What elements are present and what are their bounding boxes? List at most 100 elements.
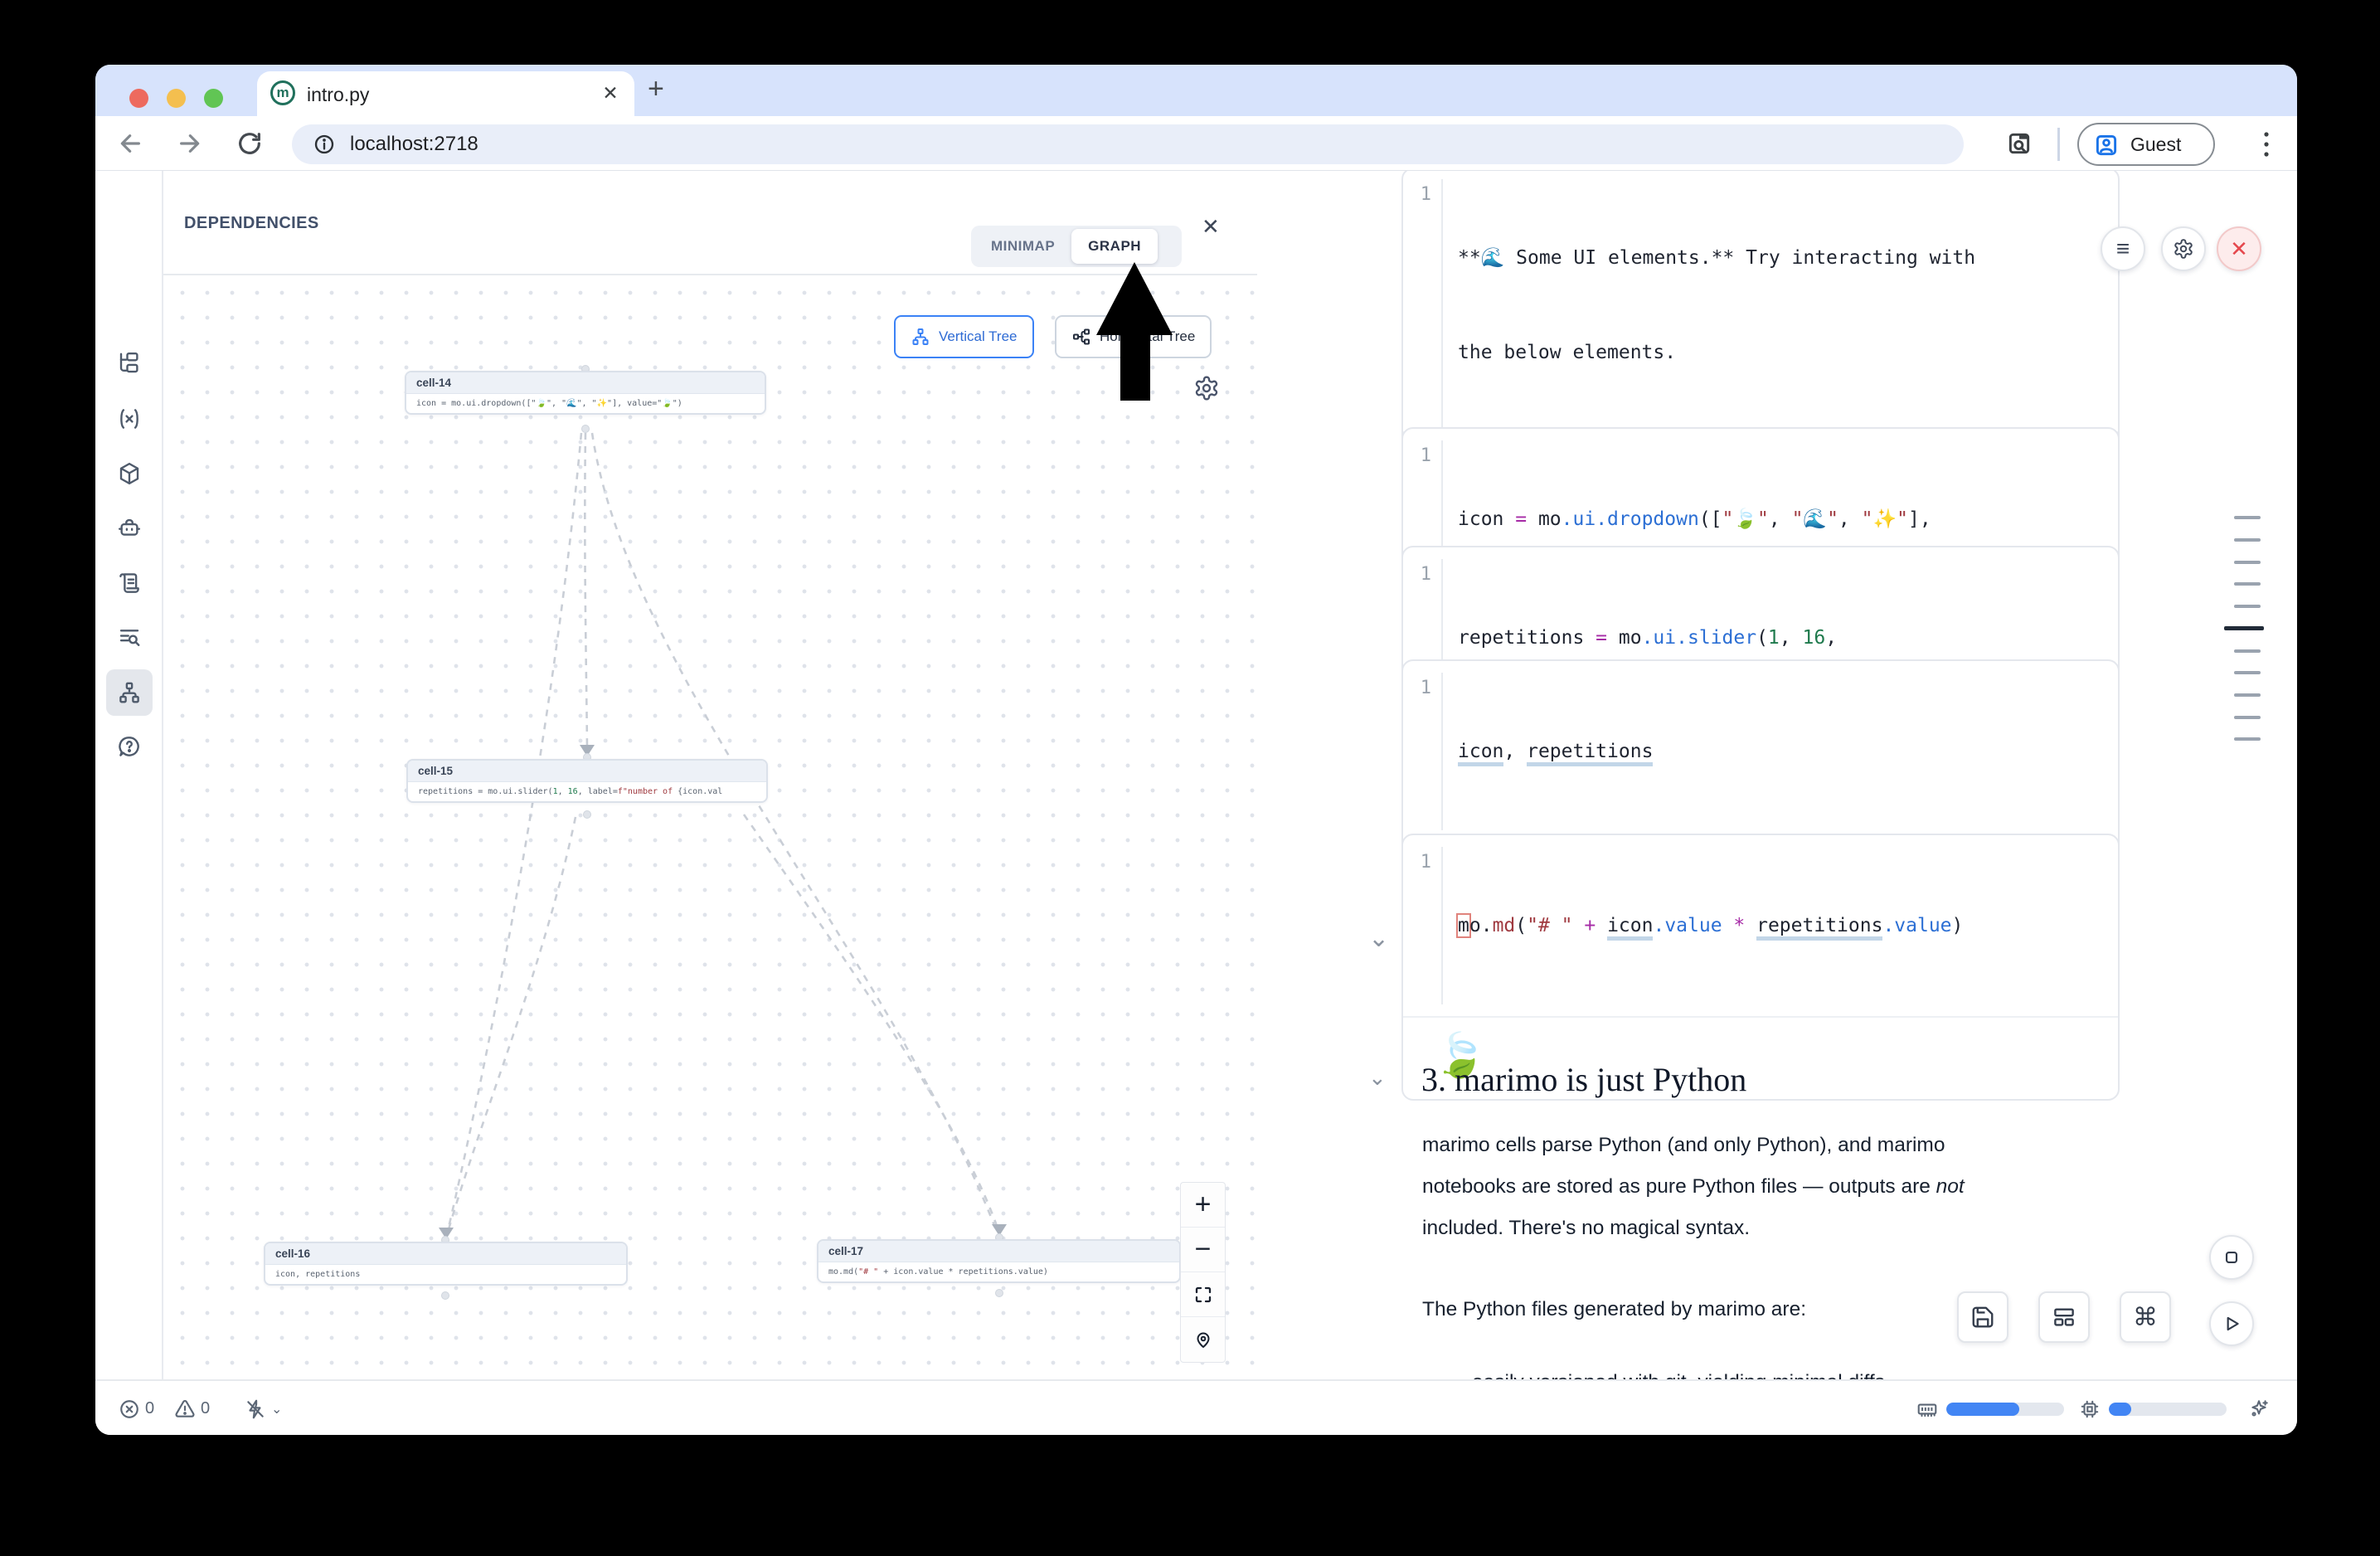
minimap-mark[interactable] <box>2234 582 2261 586</box>
save-icon <box>1970 1305 1995 1330</box>
file-explorer-icon[interactable] <box>106 340 153 387</box>
minimap-mark[interactable] <box>2234 649 2261 653</box>
minimap-mark[interactable] <box>2234 538 2261 542</box>
play-icon <box>2221 1313 2242 1335</box>
ai-assist-button[interactable] <box>2248 1381 2270 1435</box>
cpu-usage <box>2079 1381 2227 1435</box>
screen: m intro.py ✕ + localhost:2718 <box>0 0 2380 1556</box>
tab-close-icon[interactable]: ✕ <box>599 82 622 105</box>
dependency-graph-canvas[interactable]: Vertical Tree Horizontal Tree cell-14 ic… <box>163 275 1257 1379</box>
minimap-mark[interactable] <box>2234 671 2261 674</box>
search-tabs-icon[interactable] <box>2006 130 2033 157</box>
code-line[interactable]: icon, repetitions <box>1458 736 1653 767</box>
zoom-out-button[interactable]: − <box>1181 1228 1225 1272</box>
code-line[interactable]: icon = mo.ui.dropdown(["🍃", "🌊", "✨"], <box>1458 503 1931 535</box>
zoom-in-button[interactable]: + <box>1181 1183 1225 1228</box>
url-text[interactable]: localhost:2718 <box>350 133 478 156</box>
para-line: marimo cells parse Python (and only Pyth… <box>1422 1134 1945 1156</box>
toolbar-divider <box>2057 128 2060 161</box>
section-paragraph: marimo cells parse Python (and only Pyth… <box>1422 1125 2069 1249</box>
shutdown-button[interactable]: ✕ <box>2217 226 2261 271</box>
node-code: icon = mo.ui.dropdown(["🍃", "🌊", "✨"], v… <box>406 394 765 413</box>
layout-button[interactable] <box>2038 1291 2090 1343</box>
autorun-toggle[interactable]: ⌄ <box>245 1381 282 1435</box>
stop-icon <box>2221 1247 2242 1268</box>
cpu-bar-fill <box>2109 1403 2131 1416</box>
save-button[interactable] <box>1957 1291 2008 1343</box>
dependencies-close-icon[interactable]: ✕ <box>1202 214 1220 240</box>
ram-bar-fill <box>1946 1403 2019 1416</box>
ram-icon <box>1916 1398 1938 1420</box>
graph-zoom-controls: + − <box>1180 1182 1226 1363</box>
line-number: 1 <box>1403 673 1441 704</box>
minimap-mark[interactable] <box>2234 693 2261 697</box>
vertical-tree-button[interactable]: Vertical Tree <box>894 315 1034 358</box>
graph-node-cell-17[interactable]: cell-17 mo.md("# " + icon.value * repeti… <box>817 1239 1181 1283</box>
dependencies-header: DEPENDENCIES MINIMAP GRAPH ✕ <box>163 171 1257 275</box>
errors-icon <box>119 1398 140 1420</box>
variables-icon[interactable] <box>106 396 153 442</box>
dependencies-icon[interactable] <box>106 669 153 716</box>
forward-icon[interactable] <box>176 130 202 157</box>
back-icon[interactable] <box>118 130 144 157</box>
notebook-menu-button[interactable]: ≡ <box>2101 226 2145 271</box>
code-line[interactable]: the below elements. <box>1458 337 1975 368</box>
marimo-favicon-icon: m <box>270 80 295 105</box>
profile-button[interactable]: Guest <box>2077 123 2215 166</box>
fit-view-button[interactable] <box>1181 1272 1225 1317</box>
gear-icon <box>2173 238 2194 260</box>
code-line[interactable]: mo.md("# " + icon.value * repetitions.va… <box>1458 910 1963 941</box>
errors-count: 0 <box>145 1399 154 1418</box>
reload-icon[interactable] <box>236 130 263 157</box>
code-editor[interactable]: 1 mo.md("# " + icon.value * repetitions.… <box>1403 835 2118 1016</box>
browser-menu-icon[interactable] <box>2260 126 2273 163</box>
graph-settings-icon[interactable] <box>1193 375 1220 406</box>
chevron-down-icon: ⌄ <box>271 1401 282 1417</box>
url-bar[interactable]: localhost:2718 <box>292 124 1964 164</box>
site-info-icon[interactable] <box>313 134 335 155</box>
traffic-light-zoom[interactable] <box>204 89 223 108</box>
shortcuts-button[interactable]: ⌘ <box>2120 1291 2171 1343</box>
tab-graph[interactable]: GRAPH <box>1071 229 1158 264</box>
browser-tab[interactable]: m intro.py ✕ <box>257 71 634 116</box>
minimap-mark[interactable] <box>2234 516 2261 519</box>
minimap-mark[interactable] <box>2234 737 2261 741</box>
collapse-output-icon[interactable]: ⌄ <box>1368 924 1389 953</box>
snippets-search-icon[interactable] <box>106 615 153 661</box>
code-editor[interactable]: 1 icon, repetitions <box>1403 661 2118 842</box>
code-line[interactable]: **🌊 Some UI elements.** Try interacting … <box>1458 242 1975 274</box>
tab-minimap[interactable]: MINIMAP <box>974 229 1071 264</box>
traffic-light-close[interactable] <box>129 89 148 108</box>
code-line[interactable]: repetitions = mo.ui.slider(1, 16, <box>1458 622 1848 654</box>
ai-assistant-icon[interactable] <box>106 505 153 552</box>
run-button[interactable] <box>2209 1301 2254 1346</box>
packages-icon[interactable] <box>106 450 153 497</box>
minimap-mark[interactable] <box>2234 605 2261 608</box>
section-heading: 3. marimo is just Python <box>1421 1060 1746 1099</box>
traffic-light-minimize[interactable] <box>167 89 186 108</box>
minimap-mark[interactable] <box>2234 716 2261 719</box>
dependencies-panel: DEPENDENCIES MINIMAP GRAPH ✕ <box>163 171 1257 1379</box>
errors-indicator[interactable]: 0 <box>119 1381 154 1435</box>
warnings-indicator[interactable]: 0 <box>174 1381 210 1435</box>
graph-node-cell-14[interactable]: cell-14 icon = mo.ui.dropdown(["🍃", "🌊",… <box>405 371 766 415</box>
stop-button[interactable] <box>2209 1235 2254 1280</box>
status-bar: 0 0 ⌄ <box>95 1379 2297 1435</box>
documentation-icon[interactable] <box>106 560 153 606</box>
node-code: repetitions = mo.ui.slider(1, 16, label=… <box>408 782 766 801</box>
minimap-mark[interactable] <box>2234 561 2261 564</box>
graph-node-cell-15[interactable]: cell-15 repetitions = mo.ui.slider(1, 16… <box>406 759 768 803</box>
markdown-editor[interactable]: 1 **🌊 Some UI elements.** Try interactin… <box>1403 171 2118 431</box>
help-icon[interactable] <box>106 723 153 770</box>
center-view-button[interactable] <box>1181 1317 1225 1362</box>
graph-node-cell-16[interactable]: cell-16 icon, repetitions <box>264 1242 628 1286</box>
line-number: 1 <box>1403 440 1441 472</box>
clipped-list-item: easily versioned with git, yielding mini… <box>1472 1362 1885 1379</box>
collapse-section-icon[interactable]: ⌄ <box>1368 1065 1387 1091</box>
minimap-mark-current[interactable] <box>2224 626 2264 630</box>
horizontal-tree-button[interactable]: Horizontal Tree <box>1055 315 1212 358</box>
new-tab-button[interactable]: + <box>648 73 664 105</box>
dependencies-title: DEPENDENCIES <box>184 214 319 233</box>
notebook-settings-button[interactable] <box>2161 226 2206 271</box>
marimo-app: DEPENDENCIES MINIMAP GRAPH ✕ <box>95 171 2297 1379</box>
